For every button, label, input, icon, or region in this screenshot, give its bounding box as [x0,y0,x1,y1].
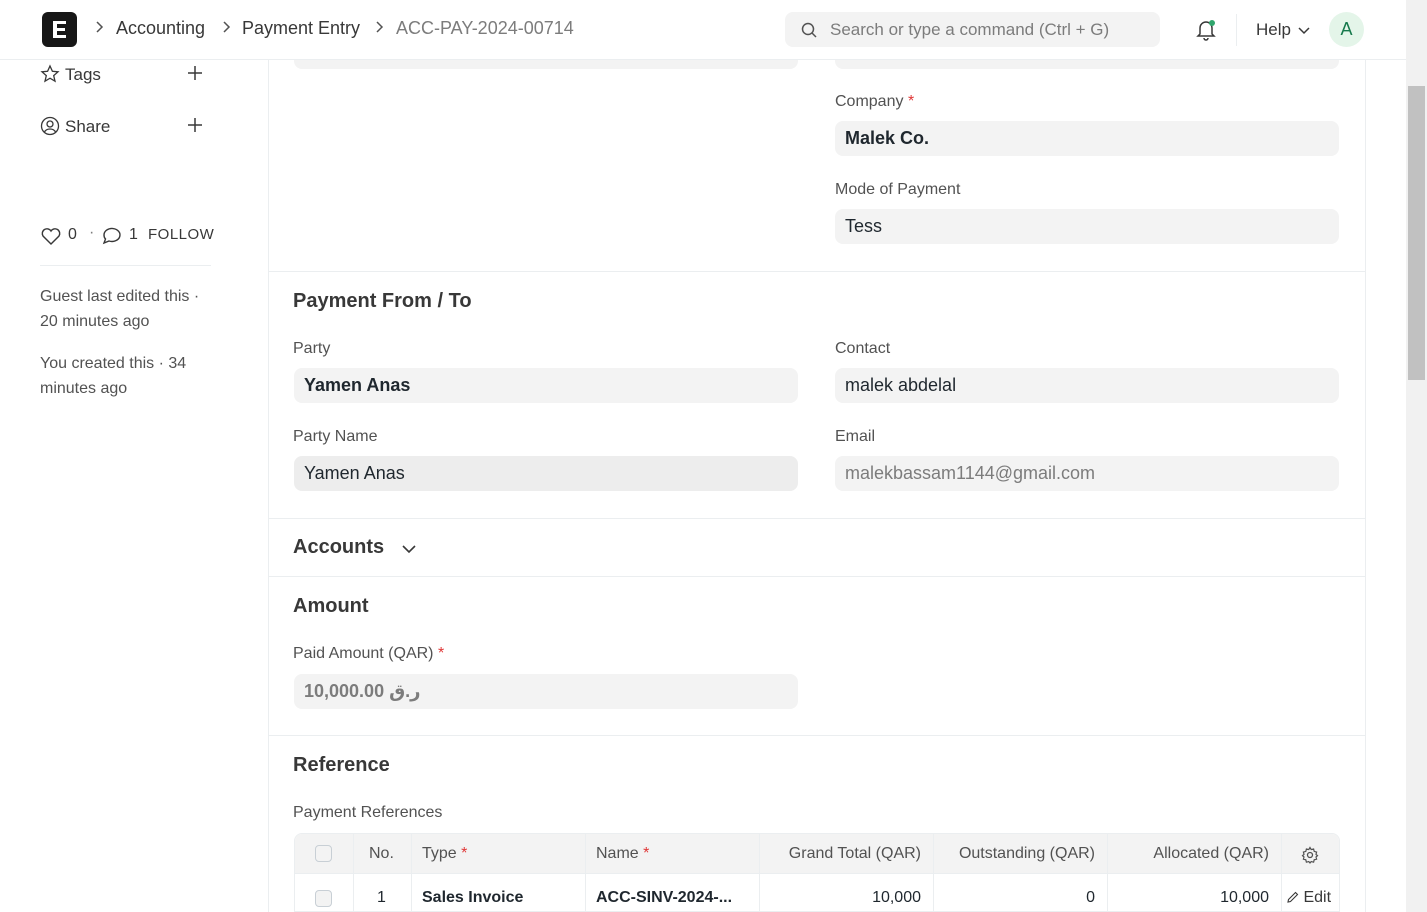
comment-icon[interactable] [101,226,123,246]
field-above-right [835,60,1339,69]
paid-amount-value: ر.ق 10,000.00 [304,681,421,701]
created-note: You created this · 34 minutes ago [40,355,187,397]
row-outstanding[interactable]: 0 [1086,889,1095,907]
contact-field[interactable]: malek abdelal [835,368,1339,403]
tags-label: Tags [65,65,101,84]
row-grand-total[interactable]: 10,000 [872,889,921,907]
mode-of-payment-field[interactable]: Tess [835,209,1339,244]
heart-icon[interactable] [40,226,62,246]
company-field[interactable]: Malek Co. [835,121,1339,156]
search-bar[interactable]: Search or type a command (Ctrl + G) [785,12,1160,47]
share-user-icon [40,116,60,136]
section-divider [268,735,1366,736]
share-label: Share [65,117,111,136]
add-share-icon[interactable] [186,116,204,134]
help-menu[interactable]: Help [1256,20,1291,40]
add-tag-icon[interactable] [186,64,204,82]
column-header-name: Name * [596,845,650,862]
email-field: malekbassam1144@gmail.com [835,456,1339,491]
star-icon [40,64,60,83]
company-label: Company * [835,93,915,110]
party-name-field: Yamen Anas [294,456,798,491]
section-divider [268,576,1366,577]
mode-of-payment-label: Mode of Payment [835,181,961,198]
payment-references-label: Payment References [293,804,443,821]
search-placeholder: Search or type a command (Ctrl + G) [830,20,1110,39]
amount-section-title: Amount [293,595,369,617]
row-name[interactable]: ACC-SINV-2024-... [596,889,732,907]
chevron-down-icon[interactable] [402,545,416,554]
paid-amount-field[interactable]: ر.ق 10,000.00 [294,674,798,709]
comments-count: 1 [129,226,138,243]
sidebar-divider [40,265,211,266]
select-all-checkbox[interactable] [315,845,332,862]
pencil-icon [1287,891,1299,903]
contact-label: Contact [835,340,891,357]
app-logo[interactable] [42,12,77,47]
top-navbar: Accounting Payment Entry ACC-PAY-2024-00… [0,0,1406,60]
notification-bell-icon[interactable] [1196,19,1216,46]
party-name-label: Party Name [293,428,378,445]
paid-amount-label: Paid Amount (QAR) * [293,645,445,662]
row-edit-button[interactable]: Edit [1287,889,1331,907]
payment-from-to-title: Payment From / To [293,290,472,312]
likes-count: 0 [68,226,77,243]
column-header-type: Type * [422,845,468,862]
row-checkbox[interactable] [315,890,332,907]
user-avatar[interactable]: A [1329,12,1364,47]
edit-label: Edit [1303,889,1332,906]
column-header-no: No. [369,845,394,862]
column-header-allocated: Allocated (QAR) [1153,845,1269,862]
breadcrumb-payment-entry[interactable]: Payment Entry [242,18,360,39]
breadcrumb-accounting[interactable]: Accounting [116,18,205,39]
party-label: Party [293,340,331,357]
email-label: Email [835,428,876,445]
chevron-right-icon [221,20,231,37]
chevron-right-icon [94,20,104,37]
section-divider [268,271,1366,272]
reference-section-title: Reference [293,754,390,776]
section-divider [268,518,1366,519]
gear-icon[interactable] [1301,846,1319,864]
column-header-outstanding: Outstanding (QAR) [958,845,1095,862]
separator-dot: · [89,224,95,241]
payment-references-table: No. Type * Name * Grand Total (QAR) Outs… [294,833,1340,912]
row-type[interactable]: Sales Invoice [422,889,523,907]
chevron-down-icon [1298,27,1310,35]
chevron-right-icon [374,20,384,37]
follow-button[interactable]: FOLLOW [148,226,214,243]
scrollbar-thumb[interactable] [1408,86,1425,380]
field-above-left [294,60,798,69]
search-icon [801,22,817,38]
party-field[interactable]: Yamen Anas [294,368,798,403]
last-edited-note: Guest last edited this · 20 minutes ago [40,288,200,330]
row-no: 1 [377,889,386,906]
row-allocated[interactable]: 10,000 [1220,889,1269,907]
navbar-divider [1236,14,1237,46]
column-header-grand-total: Grand Total (QAR) [788,845,921,862]
accounts-section-toggle[interactable]: Accounts [293,536,384,559]
breadcrumb-document-id[interactable]: ACC-PAY-2024-00714 [396,18,574,39]
